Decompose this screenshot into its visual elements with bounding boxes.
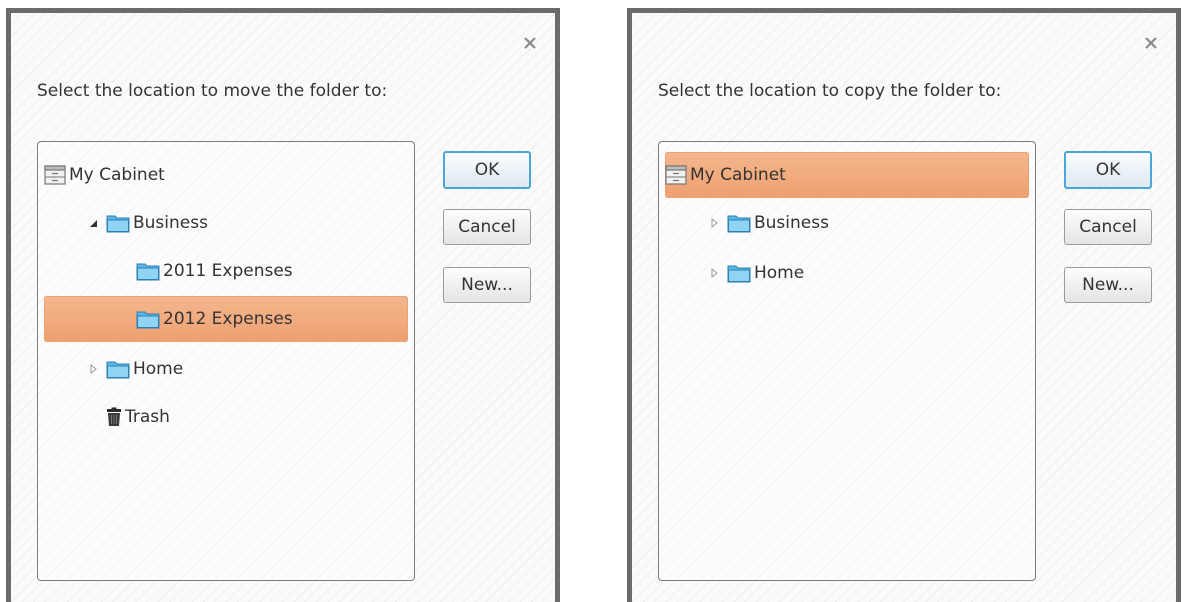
tree-node-home[interactable]: Home [665,250,1029,296]
tree-node-home[interactable]: Home [44,346,408,392]
folder-tree: My Cabinet Business 2011 Expenses 2012 E… [37,141,415,581]
tree-node-2012-expenses[interactable]: 2012 Expenses [44,296,408,342]
tree-node-label: 2012 Expenses [163,309,293,329]
cancel-button[interactable]: Cancel [443,209,531,245]
tree-node-label: My Cabinet [69,165,165,185]
tree-node-label: Trash [125,407,170,427]
copy-folder-dialog: Select the location to copy the folder t… [627,8,1181,602]
folder-icon [727,263,751,283]
tree-node-my-cabinet[interactable]: My Cabinet [44,152,408,198]
collapsed-triangle-icon[interactable] [88,364,98,374]
trash-icon [106,407,122,427]
folder-icon [136,309,160,329]
tree-node-label: 2011 Expenses [163,261,293,281]
cabinet-icon [665,165,687,185]
dialog-prompt: Select the location to copy the folder t… [658,81,1002,101]
tree-node-label: Home [754,263,805,283]
new-folder-button[interactable]: New... [1064,267,1152,303]
folder-icon [106,213,130,233]
tree-node-2011-expenses[interactable]: 2011 Expenses [44,248,408,294]
folder-tree: My Cabinet Business Home [658,141,1036,581]
dialog-prompt: Select the location to move the folder t… [37,81,388,101]
folder-icon [136,261,160,281]
collapsed-triangle-icon[interactable] [709,218,719,228]
ok-button[interactable]: OK [1064,151,1152,189]
move-folder-dialog: Select the location to move the folder t… [6,8,560,602]
cabinet-icon [44,165,66,185]
cancel-button[interactable]: Cancel [1064,209,1152,245]
close-icon[interactable] [1144,35,1158,49]
tree-node-my-cabinet[interactable]: My Cabinet [665,152,1029,198]
folder-icon [106,359,130,379]
tree-node-business[interactable]: Business [44,200,408,246]
close-icon[interactable] [523,35,537,49]
collapsed-triangle-icon[interactable] [709,268,719,278]
tree-node-business[interactable]: Business [665,200,1029,246]
ok-button[interactable]: OK [443,151,531,189]
tree-node-label: Home [133,359,184,379]
tree-node-trash[interactable]: Trash [44,394,408,440]
expanded-triangle-icon[interactable] [88,218,98,228]
new-folder-button[interactable]: New... [443,267,531,303]
folder-icon [727,213,751,233]
tree-node-label: Business [133,213,208,233]
tree-node-label: Business [754,213,829,233]
tree-node-label: My Cabinet [690,165,786,185]
